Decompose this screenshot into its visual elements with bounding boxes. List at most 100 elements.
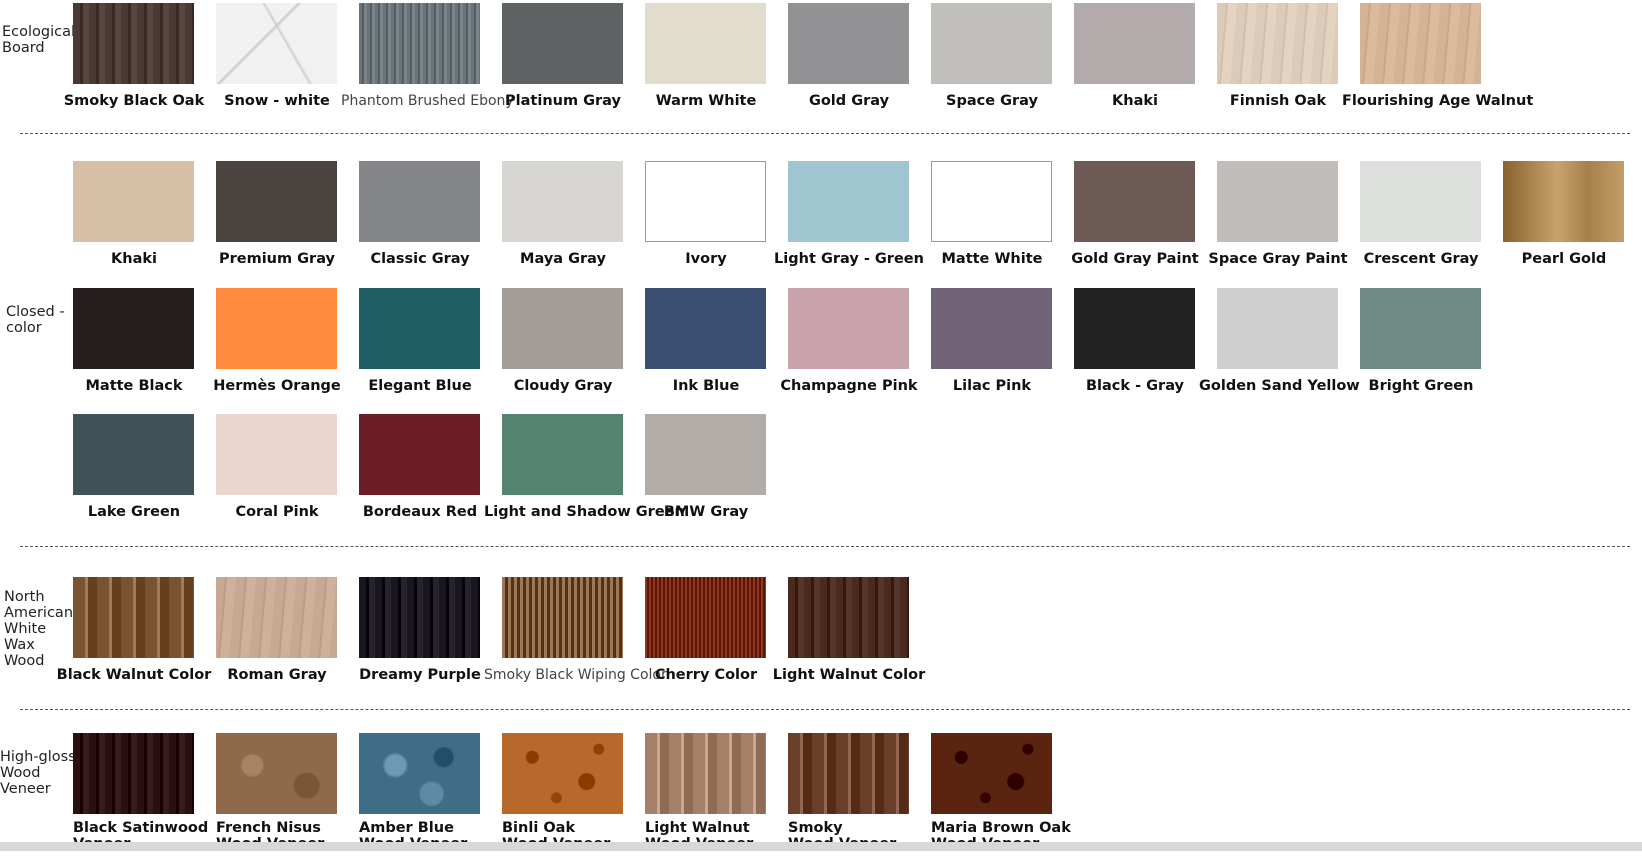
- color-swatch: [788, 288, 909, 369]
- color-swatch: [73, 733, 194, 814]
- color-swatch: [931, 161, 1052, 242]
- swatch-name: Bright Green: [1368, 378, 1474, 394]
- swatch-row: Black Satinwood VeneerFrench Nisus Wood …: [0, 733, 1642, 858]
- color-swatch: [502, 161, 623, 242]
- swatch-name: Flourishing Age Walnut: [1342, 93, 1534, 109]
- color-swatch: [502, 414, 623, 495]
- section-divider: [20, 546, 1630, 547]
- swatch-name: Elegant Blue: [368, 378, 472, 394]
- swatch-name: Roman Gray: [227, 667, 327, 683]
- color-swatch: [1217, 3, 1338, 84]
- swatch-row: Black Walnut Color Roman Gray Dreamy Purpl…: [0, 577, 1642, 702]
- section-divider: [20, 133, 1630, 134]
- color-swatch: [502, 288, 623, 369]
- color-swatch: [788, 161, 909, 242]
- color-swatch: [788, 577, 909, 658]
- color-swatch: [359, 577, 480, 658]
- color-swatch: [1360, 3, 1481, 84]
- swatch-name: Classic Gray: [370, 251, 470, 267]
- swatch-name: Warm White: [655, 93, 757, 109]
- color-swatch: [931, 288, 1052, 369]
- color-swatch: [216, 414, 337, 495]
- swatch-name: Gold Gray Paint: [1071, 251, 1199, 267]
- color-swatch: [645, 414, 766, 495]
- color-swatch: [931, 3, 1052, 84]
- color-swatch: [788, 733, 909, 814]
- color-swatch: [645, 3, 766, 84]
- swatch-name: Maya Gray: [520, 251, 606, 267]
- swatch-name: Golden Sand Yellow: [1199, 378, 1360, 394]
- swatch-name: Ivory: [685, 251, 727, 267]
- color-swatch: [216, 733, 337, 814]
- swatch-name: Space Gray: [946, 93, 1038, 109]
- color-swatch: [73, 3, 194, 84]
- swatch-name: Ink Blue: [672, 378, 740, 394]
- color-swatch: [216, 3, 337, 84]
- section-divider: [20, 709, 1630, 710]
- color-swatch: [1217, 161, 1338, 242]
- swatch-name: Light Walnut Color: [772, 667, 926, 683]
- swatch-name: Bordeaux Red: [362, 504, 478, 520]
- color-swatch: [216, 161, 337, 242]
- color-swatch: [1360, 161, 1481, 242]
- swatch-name: Premium Gray: [218, 251, 335, 267]
- swatch-name: Light and Shadow Green: [484, 504, 685, 520]
- swatch-name: Phantom Brushed Ebony: [341, 93, 514, 109]
- color-swatch: [73, 288, 194, 369]
- color-swatch: [502, 733, 623, 814]
- color-swatch: [645, 288, 766, 369]
- color-swatch: [788, 3, 909, 84]
- color-swatch: [645, 161, 766, 242]
- bottom-scroll-strip: [0, 842, 1642, 851]
- color-swatch: [73, 414, 194, 495]
- swatch-row: Lake Green Coral Pink Bordeaux Red Light an…: [0, 414, 1642, 539]
- color-swatch: [359, 161, 480, 242]
- color-swatch: [931, 733, 1052, 814]
- color-swatch: [359, 733, 480, 814]
- swatch-name: Platinum Gray: [505, 93, 621, 109]
- swatch-name: Smoky Black Oak: [63, 93, 205, 109]
- color-swatch: [1074, 288, 1195, 369]
- swatch-name: Dreamy Purple: [359, 667, 481, 683]
- color-swatch: [1360, 288, 1481, 369]
- color-swatch: [502, 577, 623, 658]
- swatch-name: Cherry Color: [654, 667, 758, 683]
- swatch-name: Black Walnut Color: [56, 667, 212, 683]
- swatch-row: Khaki Premium Gray Classic Gray Maya Gray Iv…: [0, 161, 1642, 286]
- swatch-name: Matte Black: [85, 378, 183, 394]
- color-swatch: [1503, 161, 1624, 242]
- swatch-row: Smoky Black Oak Snow - white Phantom Brush…: [0, 3, 1642, 128]
- swatch-name: Pearl Gold: [1521, 251, 1607, 267]
- swatch-name: Matte White: [941, 251, 1043, 267]
- color-swatch: [73, 577, 194, 658]
- swatch-row: Matte Black Hermès Orange Elegant Blue Clou…: [0, 288, 1642, 413]
- swatch-name: Cloudy Gray: [513, 378, 613, 394]
- color-swatch: [645, 577, 766, 658]
- color-swatch: [645, 733, 766, 814]
- swatch-name: Khaki: [111, 251, 157, 267]
- color-swatch: [1074, 161, 1195, 242]
- swatch-name: Crescent Gray: [1363, 251, 1479, 267]
- color-swatch: [73, 161, 194, 242]
- swatch-name: BMW Gray: [663, 504, 749, 520]
- color-swatch: [1074, 3, 1195, 84]
- swatch-name: Space Gray Paint: [1208, 251, 1348, 267]
- color-swatch: [216, 288, 337, 369]
- swatch-name: Smoky Black Wiping Color: [484, 667, 667, 683]
- swatch-name: Hermès Orange: [213, 378, 341, 394]
- swatch-name: Black - Gray: [1085, 378, 1184, 394]
- swatch-name: Finnish Oak: [1229, 93, 1327, 109]
- swatch-name: Khaki: [1112, 93, 1158, 109]
- swatch-name: Gold Gray: [808, 93, 890, 109]
- swatch-name: Lake Green: [87, 504, 181, 520]
- swatch-name: Snow - white: [224, 93, 330, 109]
- color-swatch: [359, 3, 480, 84]
- swatch-name: Lilac Pink: [952, 378, 1032, 394]
- swatch-name: Coral Pink: [235, 504, 319, 520]
- color-swatch: [1217, 288, 1338, 369]
- color-swatch: [502, 3, 623, 84]
- swatch-name: Light Gray - Green: [774, 251, 924, 267]
- swatch-name: Champagne Pink: [780, 378, 918, 394]
- color-swatch: [359, 288, 480, 369]
- color-swatch: [359, 414, 480, 495]
